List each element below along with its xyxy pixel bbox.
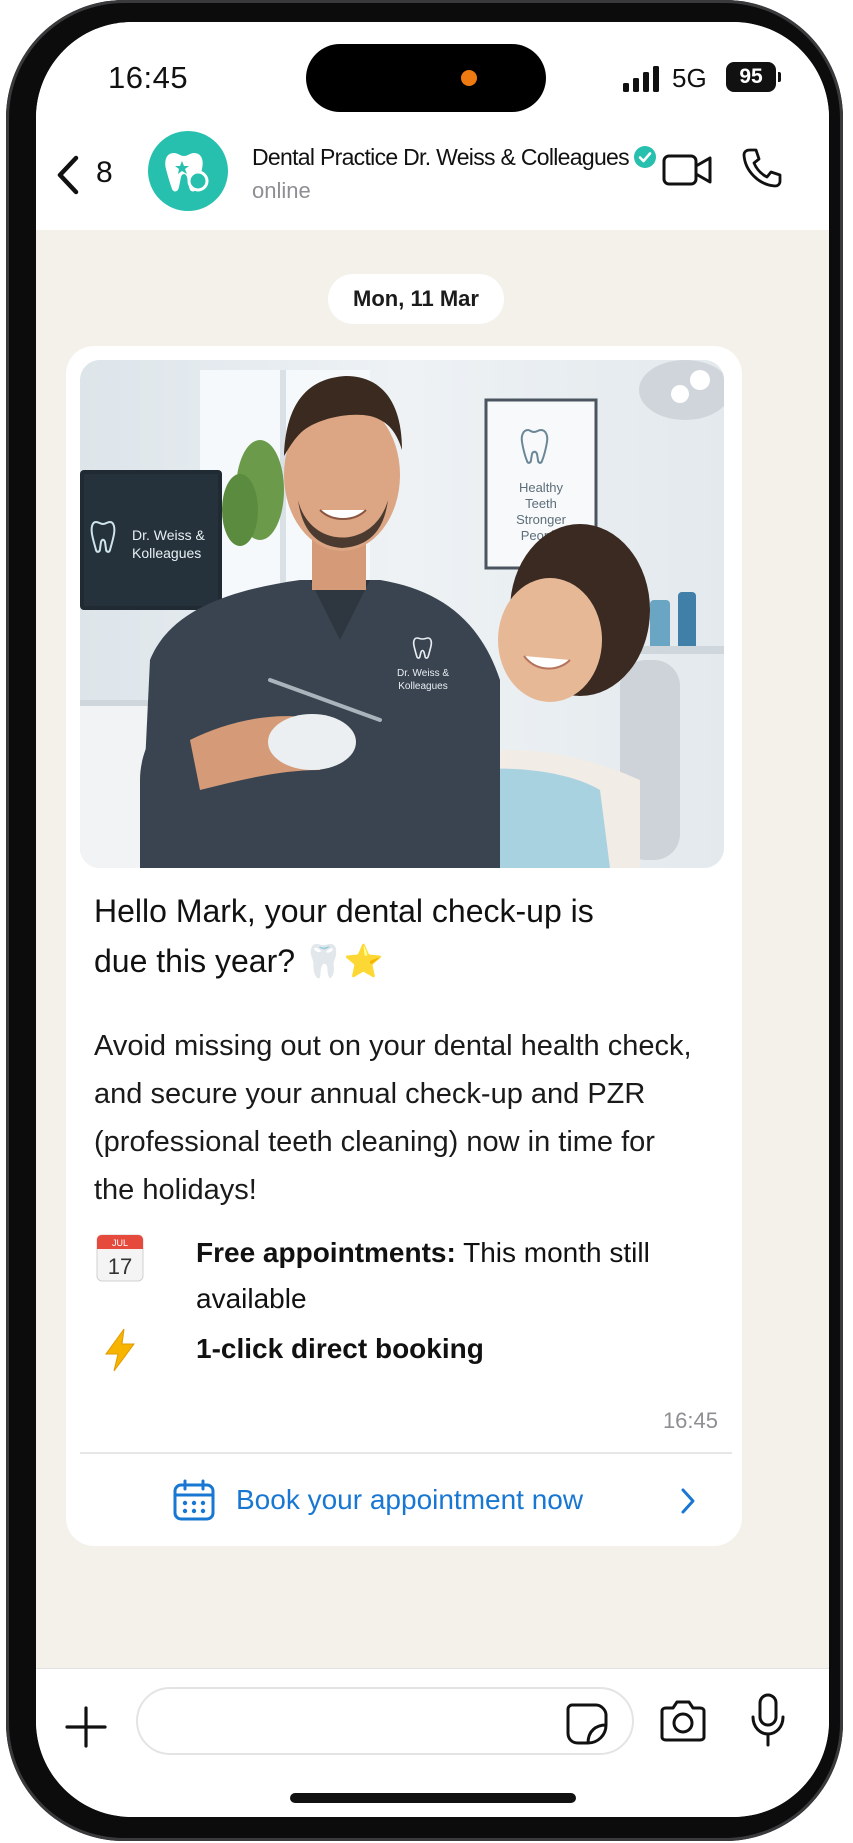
feature-text: Free appointments: This month still avai… (196, 1230, 696, 1322)
plus-icon[interactable] (64, 1705, 108, 1749)
camera-icon[interactable] (658, 1699, 708, 1743)
sticker-icon[interactable] (566, 1703, 608, 1745)
battery-indicator: 95 (726, 62, 781, 92)
feature-bold: 1-click direct booking (196, 1333, 484, 1364)
status-bar: 16:45 5G 95 (36, 22, 829, 120)
contact-name-text: Dental Practice Dr. Weiss & Colleagues (252, 144, 630, 170)
signal-icon (623, 66, 659, 92)
poster-line-1: Healthy (519, 480, 564, 495)
divider (80, 1452, 732, 1454)
poster-line-2: Teeth (525, 496, 557, 511)
book-appointment-button[interactable]: Book your appointment now (66, 1456, 742, 1546)
message-body: Avoid missing out on your dental health … (94, 1030, 692, 1206)
date-separator: Mon, 11 Mar (328, 274, 504, 324)
chevron-right-icon (681, 1488, 695, 1514)
monitor-text-1: Dr. Weiss & (132, 527, 206, 543)
message-image[interactable]: Dr. Weiss & Kolleagues Healthy Teeth Str… (80, 360, 724, 868)
unread-count[interactable]: 8 (96, 156, 113, 190)
home-indicator[interactable] (290, 1793, 576, 1803)
chevron-left-icon[interactable] (50, 150, 86, 200)
camera-indicator-dot (461, 70, 477, 86)
microphone-icon[interactable] (750, 1693, 786, 1747)
phone-call-icon[interactable] (740, 146, 784, 190)
chat-area[interactable]: Mon, 11 Mar Dr. Weiss & Kolleagues Healt… (36, 230, 829, 1718)
contact-status: online (252, 178, 311, 203)
feature-text: 1-click direct booking (196, 1326, 696, 1372)
calendar-month: JUL (112, 1238, 128, 1248)
status-time: 16:45 (108, 60, 189, 95)
lightning-icon (105, 1328, 135, 1372)
phone-frame: 16:45 5G 95 8 Dental Practice Dr. Weiss … (6, 0, 843, 1841)
chat-header: 8 Dental Practice Dr. Weiss & Colleagues… (36, 120, 829, 230)
avatar[interactable] (148, 131, 228, 211)
book-appointment-label: Book your appointment now (236, 1484, 584, 1515)
shirt-logo-2: Kolleagues (398, 681, 447, 692)
message-input[interactable] (136, 1687, 634, 1755)
message-bubble[interactable]: Dr. Weiss & Kolleagues Healthy Teeth Str… (66, 346, 742, 1546)
dental-clinic-illustration: Dr. Weiss & Kolleagues Healthy Teeth Str… (80, 360, 724, 868)
monitor-text-2: Kolleagues (132, 545, 201, 561)
feature-bold: Free appointments: (196, 1237, 456, 1268)
contact-name[interactable]: Dental Practice Dr. Weiss & Colleagues (252, 144, 657, 171)
message-timestamp: 16:45 (662, 1408, 718, 1433)
dynamic-island (306, 44, 546, 112)
message-input-bar (36, 1668, 829, 1817)
network-type: 5G (672, 63, 707, 93)
shirt-logo-1: Dr. Weiss & (397, 668, 449, 679)
tooth-logo-icon (165, 153, 209, 192)
calendar-outline-icon (173, 1479, 215, 1521)
screen: 16:45 5G 95 8 Dental Practice Dr. Weiss … (36, 22, 829, 1817)
feature-free-appointments: JUL 17 Free appointments: This month sti… (94, 1230, 714, 1320)
message-headline: Hello Mark, your dental check-up is due … (94, 893, 594, 979)
calendar-day: 17 (108, 1254, 132, 1279)
poster-line-3: Stronger (516, 512, 567, 527)
verified-icon (633, 146, 656, 168)
feature-one-click-booking: 1-click direct booking (94, 1326, 714, 1376)
video-call-icon[interactable] (662, 150, 714, 190)
calendar-icon: JUL 17 (96, 1234, 144, 1282)
